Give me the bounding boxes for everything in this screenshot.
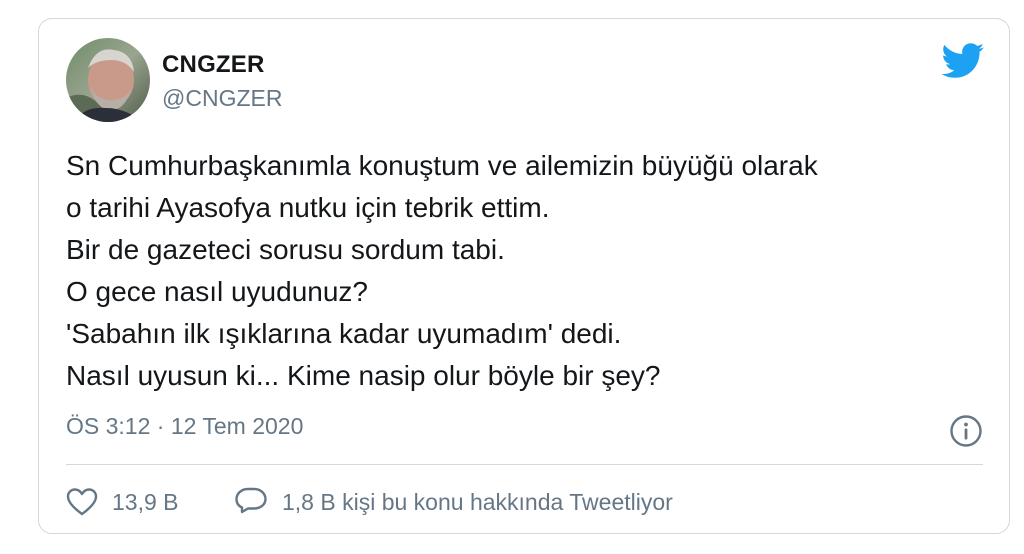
user-handle[interactable]: @CNGZER [162,85,282,112]
divider [66,464,983,465]
like-button[interactable]: 13,9 B [66,485,179,519]
speech-bubble-icon [235,487,267,514]
tweet-line: 'Sabahın ilk ışıklarına kadar uyumadım' … [66,318,622,349]
avatar[interactable] [66,38,150,122]
like-count: 13,9 B [112,488,179,515]
tweet-line: o tarihi Ayasofya nutku için tebrik etti… [66,192,550,223]
tweet-timestamp[interactable]: ÖS 3:12 · 12 Tem 2020 [66,413,303,440]
tweet-text: Sn Cumhurbaşkanımla konuştum ve ailemizi… [66,145,986,397]
tweet-line: O gece nasıl uyudunuz? [66,276,368,307]
reply-text: 1,8 B kişi bu konu hakkında Tweetliyor [282,488,673,515]
tweet-line: Nasıl uyusun ki... Kime nasip olur böyle… [66,360,661,391]
avatar-photo [66,38,150,122]
display-name[interactable]: CNGZER [162,51,265,79]
twitter-bird-icon[interactable] [941,43,985,79]
tweet-line: Sn Cumhurbaşkanımla konuştum ve ailemizi… [66,150,818,181]
heart-icon [66,488,98,516]
reply-button[interactable]: 1,8 B kişi bu konu hakkında Tweetliyor [234,485,673,519]
tweet-card: CNGZER @CNGZER Sn Cumhurbaşkanımla konuş… [38,18,1010,534]
info-icon[interactable] [949,414,983,448]
tweet-line: Bir de gazeteci sorusu sordum tabi. [66,234,505,265]
